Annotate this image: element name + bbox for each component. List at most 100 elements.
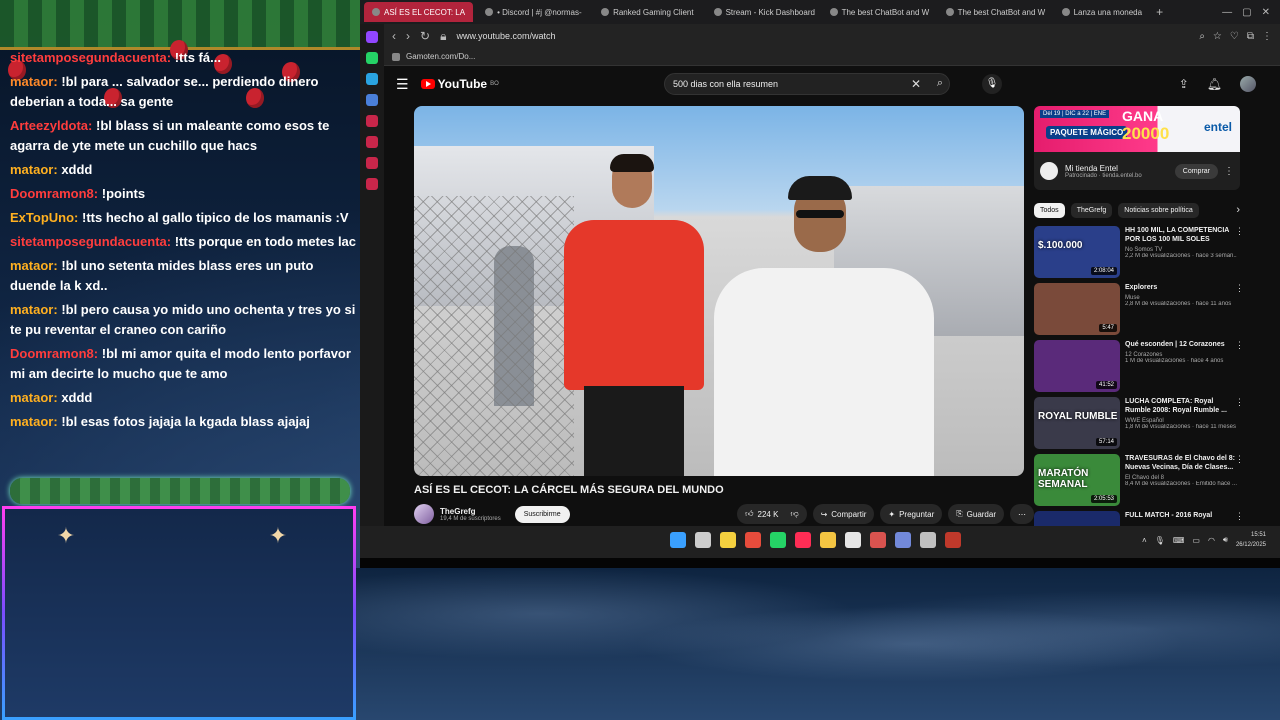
recommendation-item[interactable]: MARATÓN SEMANAL 2:05:53 TRAVESURAS de El C… xyxy=(1034,454,1244,508)
obs-icon[interactable] xyxy=(920,532,936,548)
ad-banner[interactable]: Del 19 | DIC a 22 | ENE PAQUETE MÁGICO G… xyxy=(1034,106,1240,152)
subscribe-button[interactable]: Suscribirme xyxy=(514,505,570,523)
wifi-icon[interactable]: ◠ xyxy=(1208,536,1215,545)
zoom-icon[interactable]: ⌕ xyxy=(1199,31,1205,42)
browser-tab[interactable]: The best ChatBot and W xyxy=(938,2,1050,22)
search-icon[interactable] xyxy=(695,532,711,548)
sidebar-player-icon[interactable] xyxy=(366,115,378,127)
sidebar-app-icon[interactable] xyxy=(366,94,378,106)
clear-search-icon[interactable]: ✕ xyxy=(911,77,921,91)
tab-favicon-icon xyxy=(945,8,954,16)
search-icon[interactable]: ⌕ xyxy=(937,77,943,90)
thumbs-down-icon[interactable]: 👎︎ xyxy=(790,509,798,519)
notifications-icon[interactable]: 🔔︎ xyxy=(1207,77,1222,91)
recommendation-title[interactable]: LUCHA COMPLETA: Royal Rumble 2008: Royal… xyxy=(1125,397,1237,415)
sidebar-bookmark-icon[interactable] xyxy=(366,157,378,169)
recommendation-title[interactable]: Qué esconden | 12 Corazones xyxy=(1125,340,1237,349)
record-icon[interactable] xyxy=(870,532,886,548)
volume-icon[interactable]: 🔊︎ xyxy=(1223,535,1228,545)
browser-tab[interactable]: • Discord | #j @normas- xyxy=(477,2,589,22)
microphone-icon[interactable]: 🎙︎ xyxy=(1155,536,1165,545)
windows-start-icon[interactable] xyxy=(670,532,686,548)
sidebar-whatsapp-icon[interactable] xyxy=(366,52,378,64)
more-options-icon[interactable]: ⋮ xyxy=(1224,166,1234,177)
minimize-icon[interactable]: — xyxy=(1222,7,1232,18)
upload-icon[interactable]: ⇪ xyxy=(1179,77,1189,91)
filter-chip[interactable]: Todos xyxy=(1034,202,1065,218)
sidebar-settings-icon[interactable] xyxy=(366,178,378,190)
url-input[interactable]: www.youtube.com/watch xyxy=(456,31,555,41)
recommendation-title[interactable]: HH 100 MIL, LA COMPETENCIA POR LOS 100 M… xyxy=(1125,226,1237,244)
like-button[interactable]: 👍︎ 224 K 👎︎ xyxy=(737,504,807,524)
account-avatar[interactable] xyxy=(1240,76,1256,92)
sidebar-telegram-icon[interactable] xyxy=(366,73,378,85)
more-options-icon[interactable]: ⋮ xyxy=(1235,511,1244,522)
new-tab-button[interactable]: + xyxy=(1156,5,1163,19)
chevron-up-icon[interactable]: ˄ xyxy=(1142,536,1147,545)
recommendation-thumbnail[interactable]: 41:52 xyxy=(1034,340,1120,392)
close-icon[interactable]: ✕ xyxy=(1262,7,1270,18)
bookmark-icon[interactable]: ☆ xyxy=(1213,31,1222,42)
reload-icon[interactable]: ↻ xyxy=(420,29,430,43)
browser-tab[interactable]: Stream - Kick Dashboard xyxy=(706,2,818,22)
channel-avatar[interactable] xyxy=(414,504,434,524)
share-button[interactable]: ↪ Compartir xyxy=(812,504,875,524)
opera-gx-icon[interactable] xyxy=(795,532,811,548)
more-options-icon[interactable]: ⋮ xyxy=(1235,226,1244,237)
voice-search-icon[interactable]: 🎙︎ xyxy=(982,74,1002,94)
discord-icon[interactable] xyxy=(895,532,911,548)
heart-icon[interactable]: ♡ xyxy=(1230,31,1239,42)
back-icon[interactable]: ‹ xyxy=(392,29,396,43)
sidebar-twitch-icon[interactable] xyxy=(366,31,378,43)
recommendation-item[interactable]: ROYAL RUMBLE 57:14 LUCHA COMPLETA: Royal R… xyxy=(1034,397,1244,451)
ask-button[interactable]: ✦ Preguntar xyxy=(880,504,943,524)
bookmark-item[interactable]: Gamoten.com/Do... xyxy=(406,52,475,61)
monitor-icon[interactable]: ▭ xyxy=(1192,536,1200,545)
recommendation-item[interactable]: 41:52 Qué esconden | 12 Corazones 12 Coraz… xyxy=(1034,340,1244,394)
recommendation-thumbnail[interactable]: MARATÓN SEMANAL 2:05:53 xyxy=(1034,454,1120,506)
video-player[interactable] xyxy=(414,106,1024,476)
maximize-icon[interactable]: ▢ xyxy=(1242,7,1251,18)
browser-tab[interactable]: The best ChatBot and W xyxy=(822,2,934,22)
forward-icon[interactable]: › xyxy=(406,29,410,43)
more-options-icon[interactable]: ⋮ xyxy=(1235,340,1244,351)
recommendation-thumbnail[interactable] xyxy=(1034,511,1120,526)
recommendation-thumbnail[interactable]: 5:47 xyxy=(1034,283,1120,335)
youtube-logo[interactable]: YouTube BO xyxy=(420,77,499,91)
browser-tab[interactable]: Ranked Gaming Client xyxy=(593,2,701,22)
app-icon[interactable] xyxy=(945,532,961,548)
recommendation-title[interactable]: TRAVESURAS de El Chavo del 8: Nuevas Vec… xyxy=(1125,454,1237,472)
filter-chip[interactable]: Noticias sobre política xyxy=(1118,202,1199,218)
save-button[interactable]: ⎘ Guardar xyxy=(948,504,1004,524)
browser-tab[interactable]: Lanza una moneda xyxy=(1054,2,1151,22)
channel-name[interactable]: TheGrefg xyxy=(440,507,501,516)
hamburger-menu-icon[interactable]: ☰ xyxy=(396,76,409,93)
whatsapp-icon[interactable] xyxy=(770,532,786,548)
extensions-icon[interactable]: ⧉ xyxy=(1247,31,1254,42)
recommendation-title[interactable]: FULL MATCH - 2016 Royal xyxy=(1125,511,1237,520)
more-options-icon[interactable]: ⋮ xyxy=(1235,397,1244,408)
recommendation-title[interactable]: Explorers xyxy=(1125,283,1237,292)
menu-icon[interactable]: ⋮ xyxy=(1262,31,1272,42)
browser-tab[interactable]: ASÍ ES EL CECOT: LA xyxy=(364,2,474,22)
chrome-icon[interactable] xyxy=(745,532,761,548)
recommendation-item[interactable]: 5:47 Explorers Muse 2,8 M de visualizacione… xyxy=(1034,283,1244,337)
chips-next-icon[interactable]: › xyxy=(1236,204,1240,216)
more-options-icon[interactable]: ⋮ xyxy=(1235,283,1244,294)
more-options-icon[interactable]: ⋮ xyxy=(1235,454,1244,465)
system-clock[interactable]: 15:51 26/12/2025 xyxy=(1236,530,1266,550)
buy-button[interactable]: Comprar xyxy=(1174,163,1218,179)
more-actions-button[interactable]: ⋯ xyxy=(1010,504,1034,524)
recommendation-thumbnail[interactable]: ROYAL RUMBLE 57:14 xyxy=(1034,397,1120,449)
sidebar-history-icon[interactable] xyxy=(366,136,378,148)
file-explorer-icon[interactable] xyxy=(820,532,836,548)
recommendation-item[interactable]: FULL MATCH - 2016 Royal ⋮ xyxy=(1034,511,1244,526)
recommendation-item[interactable]: $.100.000 2:08:04 HH 100 MIL, LA COMPETENC… xyxy=(1034,226,1244,280)
keyboard-icon[interactable]: ⌨ xyxy=(1173,536,1185,545)
recommendation-thumbnail[interactable]: $.100.000 2:08:04 xyxy=(1034,226,1120,278)
search-input[interactable]: 500 dias con ella resumen ✕ ⌕ xyxy=(664,73,950,95)
filter-chip[interactable]: TheGrefg xyxy=(1070,202,1113,218)
store-icon[interactable] xyxy=(845,532,861,548)
ad-store-name[interactable]: Mi tienda Entel xyxy=(1065,164,1142,173)
sticky-notes-icon[interactable] xyxy=(720,532,736,548)
